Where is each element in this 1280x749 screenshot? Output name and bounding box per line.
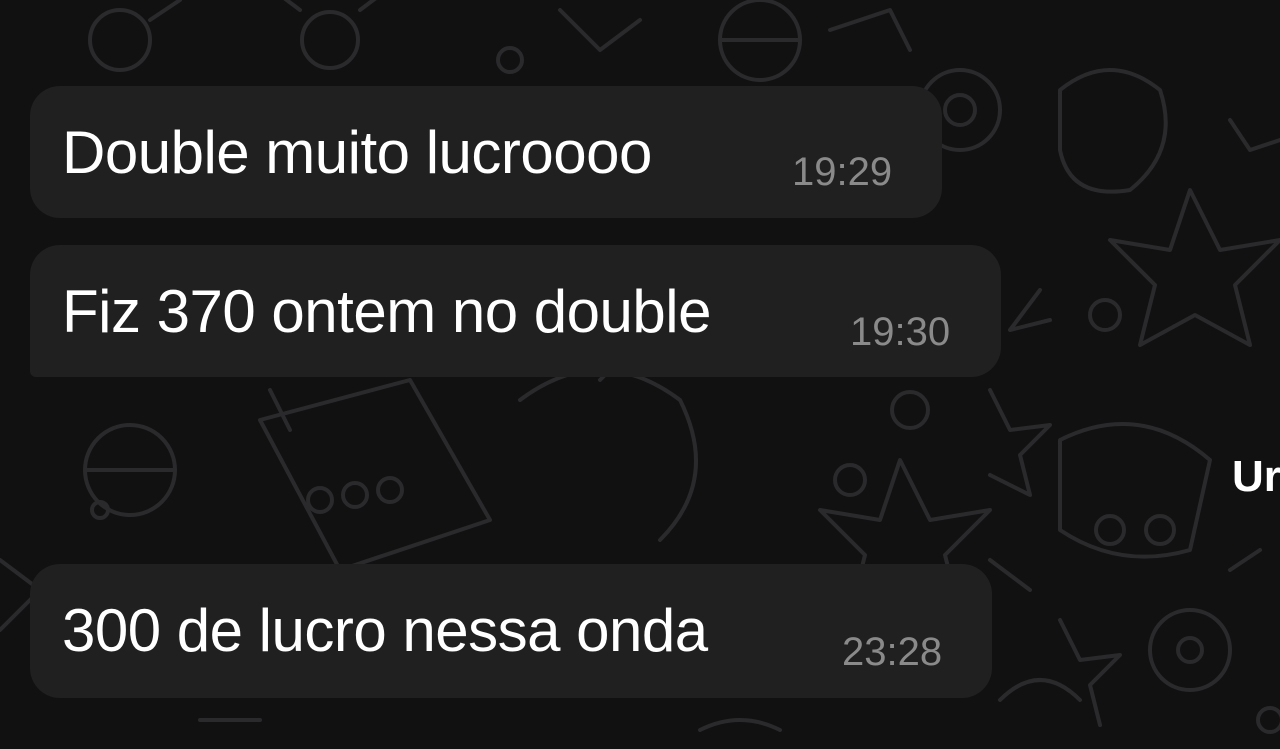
chat-view: Double muito lucroooo 19:29 Fiz 370 onte… (0, 0, 1280, 749)
message-timestamp: 19:30 (850, 310, 951, 354)
message-text: Fiz 370 ontem no double (62, 278, 711, 345)
side-label: Ur (1232, 452, 1280, 501)
message-timestamp: 19:29 (792, 150, 893, 194)
message-text: Double muito lucroooo (62, 119, 652, 186)
message-text: 300 de lucro nessa onda (62, 597, 708, 664)
message-timestamp: 23:28 (842, 630, 943, 674)
